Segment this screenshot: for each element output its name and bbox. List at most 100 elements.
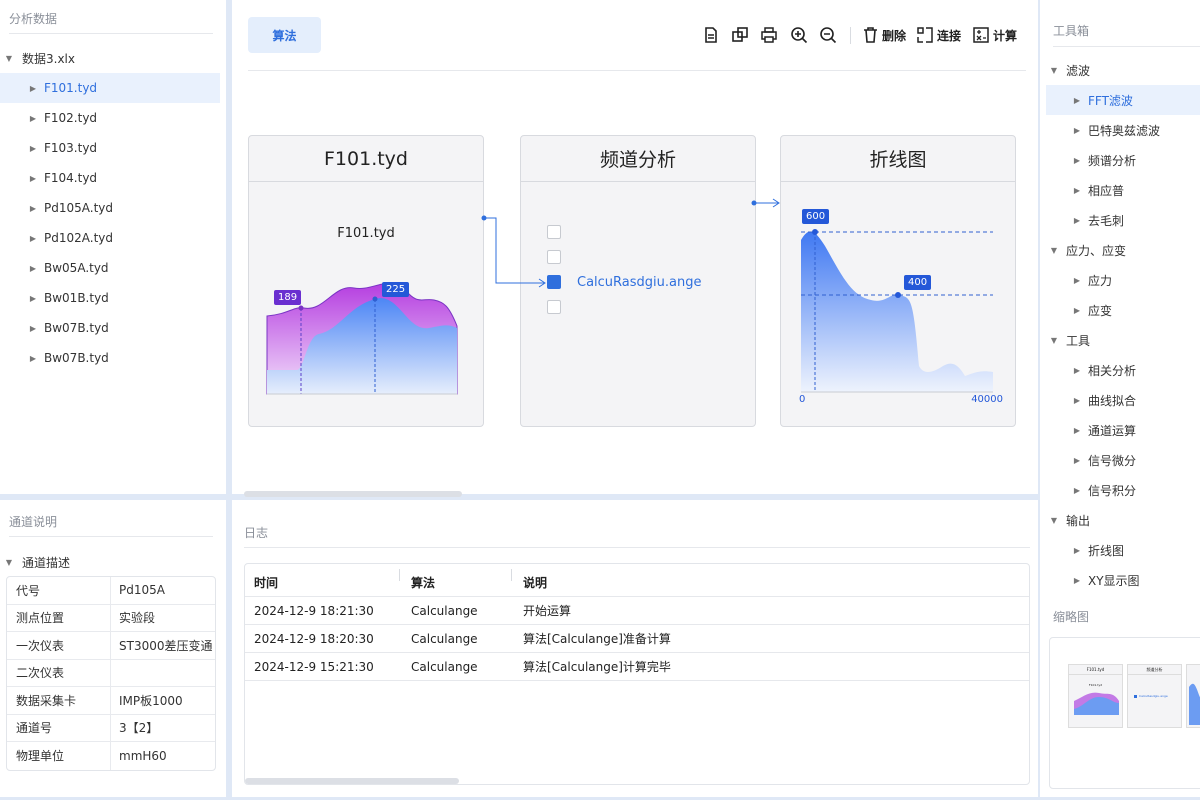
canvas-panel: 算法 删除 连接 计算 F101.tyd F101.tyd 189 225 频道… <box>232 0 1038 497</box>
channel-key: 代号 <box>7 577 111 604</box>
toolbox-item[interactable]: ▶ 信号微分 <box>1040 445 1200 475</box>
file-item-label: F103.tyd <box>44 141 98 155</box>
toolbox-item[interactable]: ▶ 应变 <box>1040 295 1200 325</box>
file-item[interactable]: ▶ F101.tyd <box>0 73 220 103</box>
log-row[interactable]: 2024-12-9 15:21:30 Calculange 算法[Calculang… <box>245 653 1029 681</box>
toolbox-item[interactable]: ▶ 巴特奥兹滤波 <box>1040 115 1200 145</box>
toolbox-item[interactable]: ▶ 应力 <box>1040 265 1200 295</box>
connectors <box>481 198 780 288</box>
channel-value: Pd105A <box>119 583 165 598</box>
toolbox-item-label: 巴特奥兹滤波 <box>1088 123 1161 138</box>
toolbox-item-label: FFT滤波 <box>1088 93 1133 108</box>
toolbox-item-label: 通道运算 <box>1088 423 1137 438</box>
caret-down-icon: ▼ <box>1050 335 1058 345</box>
toolbox-item[interactable]: ▶ 信号积分 <box>1040 475 1200 505</box>
log-scrollbar[interactable] <box>245 778 459 784</box>
toolbox-item-label: 相应普 <box>1088 183 1125 198</box>
toolbox-item[interactable]: ▶ FFT滤波 <box>1046 85 1200 115</box>
file-item-label: Pd105A.tyd <box>44 201 113 215</box>
toolbox-item-label: 去毛刺 <box>1088 213 1125 228</box>
log-desc: 开始运算 <box>523 604 572 618</box>
toolbox-panel: 工具箱 ▼ 滤波 ▶ FFT滤波 ▶ 巴特奥兹滤波 ▶ 频谱分析 ▶ 相应普 ▶ 去毛刺 ▼ 应力、应变 ▶… <box>1040 0 1200 797</box>
caret-right-icon: ▶ <box>29 113 37 123</box>
caret-right-icon: ▶ <box>1073 95 1081 105</box>
channel-panel-title: 通道说明 <box>9 515 58 529</box>
thumbnail-preview[interactable]: F101.tyd F101.tyd 频道分析 CalcuRasdgiu.ange <box>1049 637 1200 789</box>
file-item[interactable]: ▶ Bw07B.tyd <box>0 313 220 343</box>
channel-row: 二次仪表 <box>7 659 215 687</box>
toolbox-item[interactable]: ▶ 折线图 <box>1040 535 1200 565</box>
log-col-algo: 算法 <box>411 576 436 590</box>
file-item[interactable]: ▶ F103.tyd <box>0 133 220 163</box>
file-item-label: Pd102A.tyd <box>44 231 113 245</box>
channel-row: 数据采集卡 IMP板1000 <box>7 687 215 715</box>
data-panel: 分析数据 ▼ 数据3.xlx ▶ F101.tyd ▶ F102.tyd ▶ F103.t… <box>0 0 226 494</box>
log-algo: Calculange <box>411 604 478 618</box>
toolbox-group[interactable]: ▼ 应力、应变 <box>1040 235 1200 265</box>
toolbox-item-label: XY显示图 <box>1088 573 1140 588</box>
channel-key: 二次仪表 <box>7 659 111 686</box>
log-row[interactable]: 2024-12-9 18:21:30 Calculange 开始运算 <box>245 597 1029 625</box>
file-item[interactable]: ▶ F104.tyd <box>0 163 220 193</box>
toolbox-item[interactable]: ▶ 频谱分析 <box>1040 145 1200 175</box>
caret-right-icon: ▶ <box>1073 425 1081 435</box>
toolbox-item[interactable]: ▶ 曲线拟合 <box>1040 385 1200 415</box>
log-algo: Calculange <box>411 660 478 674</box>
tree-root[interactable]: ▼ 数据3.xlx <box>0 43 220 73</box>
caret-down-icon: ▼ <box>5 53 13 63</box>
thumb-checkbox <box>1134 695 1137 698</box>
channel-group[interactable]: ▼ 通道描述 <box>0 547 220 577</box>
channel-key: 一次仪表 <box>7 632 111 659</box>
toolbox-group-label: 应力、应变 <box>1066 243 1127 258</box>
caret-right-icon: ▶ <box>1073 485 1081 495</box>
toolbox-item-label: 曲线拟合 <box>1088 393 1137 408</box>
file-item[interactable]: ▶ Bw07B.tyd <box>0 343 220 373</box>
channel-row: 物理单位 mmH60 <box>7 742 215 770</box>
column-separator <box>511 569 512 581</box>
column-separator <box>399 569 400 581</box>
caret-right-icon: ▶ <box>1073 125 1081 135</box>
channel-row: 测点位置 实验段 <box>7 604 215 632</box>
toolbox-item[interactable]: ▶ 相关分析 <box>1040 355 1200 385</box>
caret-right-icon: ▶ <box>29 263 37 273</box>
file-item[interactable]: ▶ Pd105A.tyd <box>0 193 220 223</box>
caret-right-icon: ▶ <box>1073 455 1081 465</box>
canvas-scrollbar[interactable] <box>244 491 462 497</box>
toolbox-item-label: 应力 <box>1088 273 1113 288</box>
channel-group-label: 通道描述 <box>22 555 71 570</box>
file-item[interactable]: ▶ F102.tyd <box>0 103 220 133</box>
log-row[interactable]: 2024-12-9 18:20:30 Calculange 算法[Calculang… <box>245 625 1029 653</box>
file-item-label: F101.tyd <box>44 81 98 95</box>
toolbox-group[interactable]: ▼ 工具 <box>1040 325 1200 355</box>
log-desc: 算法[Calculange]准备计算 <box>523 632 671 646</box>
toolbox-group-label: 工具 <box>1066 333 1091 348</box>
log-title: 日志 <box>244 526 269 540</box>
log-desc: 算法[Calculange]计算完毕 <box>523 660 671 674</box>
toolbox-group[interactable]: ▼ 输出 <box>1040 505 1200 535</box>
file-item[interactable]: ▶ Bw05A.tyd <box>0 253 220 283</box>
caret-right-icon: ▶ <box>1073 365 1081 375</box>
toolbox-item[interactable]: ▶ 通道运算 <box>1040 415 1200 445</box>
log-col-time: 时间 <box>254 576 279 590</box>
file-item-label: F102.tyd <box>44 111 98 125</box>
toolbox-item-label: 信号微分 <box>1088 453 1137 468</box>
log-time: 2024-12-9 18:20:30 <box>254 632 374 646</box>
toolbox-item[interactable]: ▶ XY显示图 <box>1040 565 1200 595</box>
file-item-label: Bw01B.tyd <box>44 291 109 305</box>
log-algo: Calculange <box>411 632 478 646</box>
caret-right-icon: ▶ <box>1073 215 1081 225</box>
toolbox-item[interactable]: ▶ 相应普 <box>1040 175 1200 205</box>
toolbox-item[interactable]: ▶ 去毛刺 <box>1040 205 1200 235</box>
toolbox-item-label: 折线图 <box>1088 543 1125 558</box>
toolbox-item-label: 信号积分 <box>1088 483 1137 498</box>
channel-value: ST3000差压变通 <box>119 638 213 653</box>
toolbox-group[interactable]: ▼ 滤波 <box>1040 55 1200 85</box>
thumb-chart <box>1189 683 1200 725</box>
divider <box>244 547 1030 548</box>
caret-down-icon: ▼ <box>1050 515 1058 525</box>
channel-value: 实验段 <box>119 611 156 626</box>
file-item-label: F104.tyd <box>44 171 98 185</box>
file-item[interactable]: ▶ Bw01B.tyd <box>0 283 220 313</box>
caret-right-icon: ▶ <box>29 353 37 363</box>
file-item[interactable]: ▶ Pd102A.tyd <box>0 223 220 253</box>
